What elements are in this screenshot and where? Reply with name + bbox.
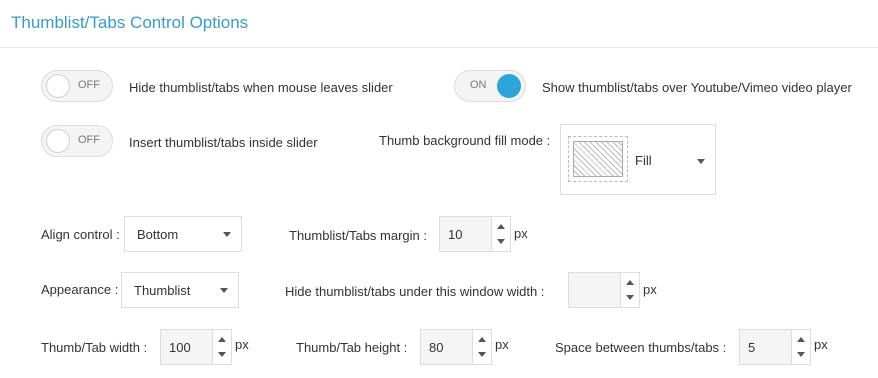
toggle-knob bbox=[46, 129, 70, 153]
thumb-height-label: Thumb/Tab height : bbox=[296, 340, 408, 355]
decrement-icon[interactable] bbox=[218, 352, 226, 357]
fill-mode-label: Thumb background fill mode : bbox=[379, 133, 551, 148]
margin-label: Thumblist/Tabs margin : bbox=[289, 228, 427, 243]
decrement-icon[interactable] bbox=[478, 352, 486, 357]
spacing-value: 5 bbox=[748, 340, 756, 355]
thumb-width-unit: px bbox=[235, 337, 249, 352]
thumb-width-input[interactable]: 100 bbox=[160, 329, 232, 365]
hide-on-leave-toggle[interactable]: OFF bbox=[41, 70, 113, 102]
insert-inside-label: Insert thumblist/tabs inside slider bbox=[129, 135, 318, 150]
increment-icon[interactable] bbox=[497, 224, 505, 229]
hide-on-leave-label: Hide thumblist/tabs when mouse leaves sl… bbox=[129, 80, 393, 95]
decrement-icon[interactable] bbox=[797, 352, 805, 357]
appearance-label: Appearance : bbox=[41, 282, 119, 297]
spacing-input[interactable]: 5 bbox=[739, 329, 811, 365]
thumb-height-unit: px bbox=[495, 337, 509, 352]
hide-width-label: Hide thumblist/tabs under this window wi… bbox=[285, 284, 545, 299]
spacing-unit: px bbox=[814, 337, 828, 352]
toggle-knob bbox=[46, 74, 70, 98]
appearance-value: Thumblist bbox=[134, 283, 191, 298]
margin-input[interactable]: 10 bbox=[439, 216, 511, 252]
increment-icon[interactable] bbox=[626, 280, 634, 285]
decrement-icon[interactable] bbox=[497, 239, 505, 244]
hide-width-input[interactable] bbox=[568, 272, 640, 308]
chevron-down-icon bbox=[223, 232, 231, 237]
stepper[interactable] bbox=[212, 330, 231, 364]
thumb-width-label: Thumb/Tab width : bbox=[41, 340, 148, 355]
chevron-down-icon bbox=[220, 288, 228, 293]
appearance-select[interactable]: Thumblist bbox=[121, 272, 239, 308]
insert-inside-toggle[interactable]: OFF bbox=[41, 125, 113, 157]
align-select[interactable]: Bottom bbox=[124, 216, 242, 252]
fill-mode-select[interactable]: Fill bbox=[560, 124, 716, 195]
spacing-label: Space between thumbs/tabs : bbox=[555, 340, 727, 355]
fill-mode-icon bbox=[568, 136, 628, 182]
thumb-height-input[interactable]: 80 bbox=[420, 329, 492, 365]
toggle-knob bbox=[497, 74, 521, 98]
increment-icon[interactable] bbox=[478, 337, 486, 342]
increment-icon[interactable] bbox=[797, 337, 805, 342]
stepper[interactable] bbox=[491, 217, 510, 251]
increment-icon[interactable] bbox=[218, 337, 226, 342]
fill-mode-value: Fill bbox=[635, 153, 652, 168]
toggle-state: ON bbox=[470, 79, 487, 91]
divider bbox=[0, 47, 878, 48]
align-value: Bottom bbox=[137, 227, 179, 242]
margin-value: 10 bbox=[448, 227, 463, 242]
chevron-down-icon bbox=[697, 159, 705, 164]
hide-width-unit: px bbox=[643, 282, 657, 297]
toggle-state: OFF bbox=[78, 134, 100, 146]
decrement-icon[interactable] bbox=[626, 295, 634, 300]
show-over-video-label: Show thumblist/tabs over Youtube/Vimeo v… bbox=[542, 80, 852, 95]
toggle-state: OFF bbox=[78, 79, 100, 91]
thumb-width-value: 100 bbox=[169, 340, 191, 355]
align-label: Align control : bbox=[41, 227, 120, 242]
margin-unit: px bbox=[514, 226, 528, 241]
stepper[interactable] bbox=[620, 273, 639, 307]
show-over-video-toggle[interactable]: ON bbox=[454, 70, 526, 102]
stepper[interactable] bbox=[472, 330, 491, 364]
thumb-height-value: 80 bbox=[429, 340, 444, 355]
stepper[interactable] bbox=[791, 330, 810, 364]
section-title: Thumblist/Tabs Control Options bbox=[11, 13, 249, 32]
